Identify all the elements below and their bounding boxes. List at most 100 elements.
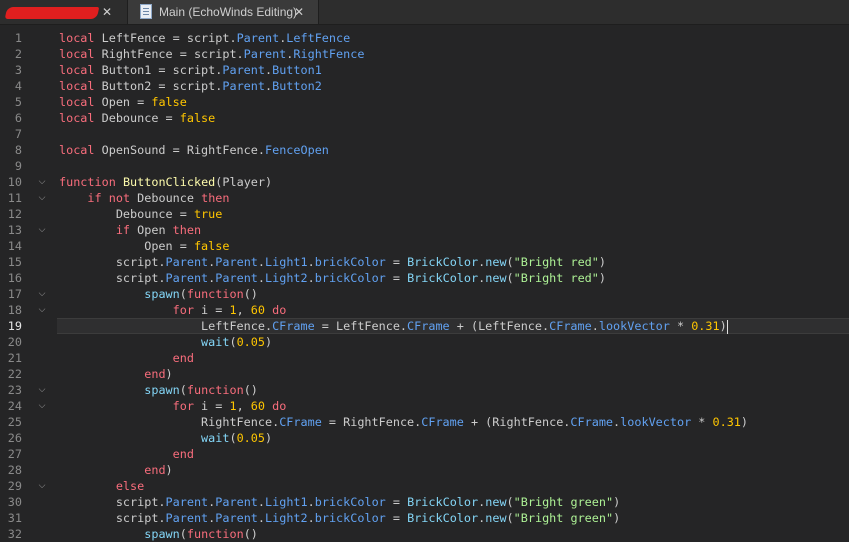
line-number: 21 bbox=[7, 351, 22, 365]
code-line[interactable]: 6 local Debounce = false bbox=[0, 110, 849, 126]
line-number: 32 bbox=[7, 527, 22, 541]
code-line[interactable]: 30 script.Parent.Parent.Light1.brickColo… bbox=[0, 494, 849, 510]
code-text[interactable]: end bbox=[59, 446, 194, 462]
code-line[interactable]: 24 ⌵ for i = 1, 60 do bbox=[0, 398, 849, 414]
code-line[interactable]: 12 Debounce = true bbox=[0, 206, 849, 222]
code-line[interactable]: 32 spawn(function() bbox=[0, 526, 849, 542]
code-line[interactable]: 11 ⌵ if not Debounce then bbox=[0, 190, 849, 206]
code-line[interactable]: 27 end bbox=[0, 446, 849, 462]
line-number: 29 bbox=[7, 479, 22, 493]
line-number: 12 bbox=[7, 207, 22, 221]
line-number: 10 bbox=[7, 175, 22, 189]
fold-chevron-icon[interactable]: ⌵ bbox=[37, 382, 47, 398]
tab-title: Main (EchoWinds Editing) bbox=[159, 5, 298, 19]
code-text[interactable]: local LeftFence = script.Parent.LeftFenc… bbox=[59, 30, 350, 46]
code-text[interactable]: Debounce = true bbox=[59, 206, 223, 222]
code-text[interactable]: script.Parent.Parent.Light1.brickColor =… bbox=[59, 254, 606, 270]
code-text[interactable]: for i = 1, 60 do bbox=[59, 302, 287, 318]
line-number: 16 bbox=[7, 271, 22, 285]
code-line[interactable]: 17 ⌵ spawn(function() bbox=[0, 286, 849, 302]
line-number: 30 bbox=[7, 495, 22, 509]
code-editor[interactable]: 1 local LeftFence = script.Parent.LeftFen… bbox=[0, 25, 849, 541]
code-line[interactable]: 21 end bbox=[0, 350, 849, 366]
code-text[interactable]: local OpenSound = RightFence.FenceOpen bbox=[59, 142, 329, 158]
code-line[interactable]: 19 LeftFence.CFrame = LeftFence.CFrame +… bbox=[0, 318, 849, 334]
tab-bar: ✕ Main (EchoWinds Editing) ✕ bbox=[0, 0, 849, 25]
code-text[interactable]: RightFence.CFrame = RightFence.CFrame + … bbox=[59, 414, 748, 430]
tab-redacted-script[interactable]: ✕ bbox=[0, 0, 128, 24]
code-text[interactable]: else bbox=[59, 478, 144, 494]
code-text[interactable]: local Button1 = script.Parent.Button1 bbox=[59, 62, 322, 78]
code-line[interactable]: 25 RightFence.CFrame = RightFence.CFrame… bbox=[0, 414, 849, 430]
code-text[interactable]: script.Parent.Parent.Light2.brickColor =… bbox=[59, 270, 606, 286]
line-number: 6 bbox=[14, 111, 22, 125]
code-line[interactable]: 7 bbox=[0, 126, 849, 142]
code-line[interactable]: 2 local RightFence = script.Parent.RightF… bbox=[0, 46, 849, 62]
line-number: 31 bbox=[7, 511, 22, 525]
code-line[interactable]: 8 local OpenSound = RightFence.FenceOpen bbox=[0, 142, 849, 158]
script-document-icon bbox=[140, 4, 152, 19]
code-text[interactable]: script.Parent.Parent.Light2.brickColor =… bbox=[59, 510, 620, 526]
line-number: 18 bbox=[7, 303, 22, 317]
redacted-tab-title bbox=[4, 7, 100, 19]
code-line[interactable]: 3 local Button1 = script.Parent.Button1 bbox=[0, 62, 849, 78]
code-text[interactable]: end bbox=[59, 350, 194, 366]
code-text[interactable]: wait(0.05) bbox=[59, 430, 272, 446]
line-number: 3 bbox=[14, 63, 22, 77]
code-text[interactable]: local Button2 = script.Parent.Button2 bbox=[59, 78, 322, 94]
line-number: 25 bbox=[7, 415, 22, 429]
line-number: 5 bbox=[14, 95, 22, 109]
code-text[interactable]: local RightFence = script.Parent.RightFe… bbox=[59, 46, 364, 62]
code-text[interactable]: script.Parent.Parent.Light1.brickColor =… bbox=[59, 494, 620, 510]
code-line[interactable]: 31 script.Parent.Parent.Light2.brickColo… bbox=[0, 510, 849, 526]
code-text[interactable]: Open = false bbox=[59, 238, 229, 254]
fold-chevron-icon[interactable]: ⌵ bbox=[37, 286, 47, 302]
code-line[interactable]: 28 end) bbox=[0, 462, 849, 478]
line-number: 1 bbox=[14, 31, 22, 45]
code-text[interactable]: local Open = false bbox=[59, 94, 187, 110]
code-line[interactable]: 9 bbox=[0, 158, 849, 174]
line-number: 23 bbox=[7, 383, 22, 397]
tab-main-script[interactable]: Main (EchoWinds Editing) ✕ bbox=[128, 0, 319, 24]
code-line[interactable]: 1 local LeftFence = script.Parent.LeftFen… bbox=[0, 30, 849, 46]
code-line[interactable]: 18 ⌵ for i = 1, 60 do bbox=[0, 302, 849, 318]
fold-chevron-icon[interactable]: ⌵ bbox=[37, 222, 47, 238]
line-number: 28 bbox=[7, 463, 22, 477]
code-text[interactable]: LeftFence.CFrame = LeftFence.CFrame + (L… bbox=[59, 318, 728, 334]
code-line[interactable]: 15 script.Parent.Parent.Light1.brickColo… bbox=[0, 254, 849, 270]
tab-close-icon[interactable]: ✕ bbox=[102, 5, 112, 19]
fold-chevron-icon[interactable]: ⌵ bbox=[37, 174, 47, 190]
code-text[interactable]: spawn(function() bbox=[59, 526, 258, 542]
code-text[interactable]: spawn(function() bbox=[59, 382, 258, 398]
code-line[interactable]: 10 ⌵ function ButtonClicked(Player) bbox=[0, 174, 849, 190]
code-text[interactable]: function ButtonClicked(Player) bbox=[59, 174, 272, 190]
code-text[interactable]: if not Debounce then bbox=[59, 190, 229, 206]
code-line[interactable]: 13 ⌵ if Open then bbox=[0, 222, 849, 238]
code-text[interactable]: wait(0.05) bbox=[59, 334, 272, 350]
code-text[interactable]: for i = 1, 60 do bbox=[59, 398, 287, 414]
line-number: 4 bbox=[14, 79, 22, 93]
code-line[interactable]: 16 script.Parent.Parent.Light2.brickColo… bbox=[0, 270, 849, 286]
code-text[interactable]: end) bbox=[59, 462, 172, 478]
code-line[interactable]: 4 local Button2 = script.Parent.Button2 bbox=[0, 78, 849, 94]
code-line[interactable]: 23 ⌵ spawn(function() bbox=[0, 382, 849, 398]
line-number: 26 bbox=[7, 431, 22, 445]
code-line[interactable]: 26 wait(0.05) bbox=[0, 430, 849, 446]
code-text[interactable]: local Debounce = false bbox=[59, 110, 215, 126]
line-number: 24 bbox=[7, 399, 22, 413]
code-line[interactable]: 22 end) bbox=[0, 366, 849, 382]
fold-chevron-icon[interactable]: ⌵ bbox=[37, 190, 47, 206]
code-line[interactable]: 29 ⌵ else bbox=[0, 478, 849, 494]
tab-close-icon[interactable]: ✕ bbox=[294, 5, 304, 19]
line-number: 7 bbox=[14, 127, 22, 141]
line-number: 2 bbox=[14, 47, 22, 61]
code-line[interactable]: 5 local Open = false bbox=[0, 94, 849, 110]
code-text[interactable]: spawn(function() bbox=[59, 286, 258, 302]
fold-chevron-icon[interactable]: ⌵ bbox=[37, 398, 47, 414]
code-text[interactable]: if Open then bbox=[59, 222, 201, 238]
code-line[interactable]: 20 wait(0.05) bbox=[0, 334, 849, 350]
fold-chevron-icon[interactable]: ⌵ bbox=[37, 302, 47, 318]
code-text[interactable]: end) bbox=[59, 366, 172, 382]
code-line[interactable]: 14 Open = false bbox=[0, 238, 849, 254]
fold-chevron-icon[interactable]: ⌵ bbox=[37, 478, 47, 494]
